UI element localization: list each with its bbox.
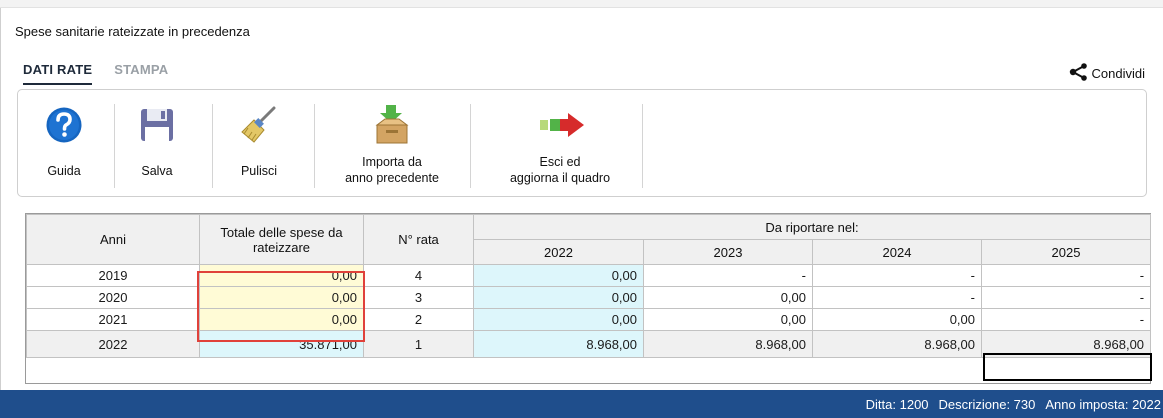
toolbar-divider	[642, 104, 643, 188]
status-bar: Ditta: 1200 Descrizione: 730 Anno impost…	[0, 390, 1163, 418]
cell-2023: 0,00	[643, 308, 813, 331]
rate-grid: Anni Totale delle spese da rateizzare N°…	[25, 213, 1152, 384]
cell-totale: 35.871,00	[199, 330, 364, 358]
cell-2025: -	[980, 308, 1152, 331]
header-year-2025: 2025	[980, 239, 1152, 265]
top-edge	[0, 0, 1163, 8]
cell-anno: 2020	[26, 286, 200, 309]
cell-totale-input[interactable]: 0,00	[199, 308, 364, 331]
exit-arrow-icon	[538, 104, 586, 146]
cell-rata: 2	[363, 308, 474, 331]
cell-2025: -	[980, 264, 1152, 287]
cell-2025: -	[980, 286, 1152, 309]
header-year-2024: 2024	[812, 239, 982, 265]
guida-label: Guida	[47, 164, 81, 178]
cell-2022: 8.968,00	[473, 330, 644, 358]
esci-label: Esci ed aggiorna il quadro	[509, 155, 611, 185]
cell-2024: -	[812, 286, 982, 309]
header-totale: Totale delle spese da rateizzare	[199, 214, 364, 265]
help-icon	[44, 104, 84, 146]
cell-anno: 2019	[26, 264, 200, 287]
header-da-riportare: Da riportare nel:	[472, 214, 1152, 240]
tab-dati-rate[interactable]: DATI RATE	[23, 62, 93, 85]
cell-2024: 8.968,00	[812, 330, 982, 358]
share-button[interactable]: Condividi	[1069, 63, 1145, 84]
status-anno-imposta: Anno imposta: 2022	[1045, 396, 1161, 412]
tab-bar: DATI RATE STAMPA	[23, 62, 168, 85]
header-anni: Anni	[26, 214, 200, 265]
toolbar-divider	[314, 104, 315, 188]
header-rata: N° rata	[363, 214, 474, 265]
cell-2023: 0,00	[643, 286, 813, 309]
esci-button[interactable]: Esci ed aggiorna il quadro	[480, 90, 640, 196]
cell-2022: 0,00	[473, 308, 644, 331]
importa-button[interactable]: Importa da anno precedente	[322, 90, 462, 196]
header-year-2022: 2022	[473, 239, 644, 265]
floppy-disk-icon	[137, 104, 177, 146]
status-descrizione: Descrizione: 730	[938, 396, 1036, 412]
status-ditta: Ditta: 1200	[865, 396, 929, 412]
cell-2024: -	[812, 264, 982, 287]
toolbar-divider	[470, 104, 471, 188]
pulisci-button[interactable]: Pulisci	[222, 90, 296, 196]
cell-2023: 8.968,00	[643, 330, 813, 358]
share-icon	[1069, 63, 1089, 84]
importa-label: Importa da anno precedente	[345, 155, 439, 185]
cell-2025-selected[interactable]: 8.968,00	[980, 330, 1152, 358]
table-row: 2021 0,00 2 0,00 0,00 0,00 -	[26, 308, 1152, 331]
cell-anno: 2022	[26, 330, 200, 358]
cell-anno: 2021	[26, 308, 200, 331]
import-box-icon	[372, 104, 412, 146]
cell-2022: 0,00	[473, 264, 644, 287]
header-year-2023: 2023	[643, 239, 813, 265]
share-label: Condividi	[1091, 66, 1145, 81]
summary-row: 2022 35.871,00 1 8.968,00 8.968,00 8.968…	[26, 330, 1152, 358]
salva-label: Salva	[141, 164, 173, 178]
rate-table: Anni Totale delle spese da rateizzare N°…	[26, 214, 1152, 358]
broom-icon	[239, 104, 279, 146]
cell-2022: 0,00	[473, 286, 644, 309]
table-row: 2019 0,00 4 0,00 - - -	[26, 264, 1152, 287]
guida-button[interactable]: Guida	[34, 90, 94, 196]
cell-totale-input[interactable]: 0,00	[199, 286, 364, 309]
dialog-window: Spese sanitarie rateizzate in precedenza…	[0, 8, 1163, 390]
table-row: 2020 0,00 3 0,00 0,00 - -	[26, 286, 1152, 309]
cell-2023: -	[643, 264, 813, 287]
cell-totale-input[interactable]: 0,00	[199, 264, 364, 287]
toolbar-divider	[212, 104, 213, 188]
tab-stampa[interactable]: STAMPA	[114, 62, 168, 85]
window-title: Spese sanitarie rateizzate in precedenza	[15, 24, 250, 39]
cell-rata: 1	[363, 330, 474, 358]
cell-rata: 3	[363, 286, 474, 309]
cell-rata: 4	[363, 264, 474, 287]
toolbar-divider	[114, 104, 115, 188]
cell-2024: 0,00	[812, 308, 982, 331]
pulisci-label: Pulisci	[240, 164, 278, 178]
toolbar: Guida Salva Pulisci Importa da anno prec…	[17, 89, 1147, 197]
salva-button[interactable]: Salva	[122, 90, 192, 196]
